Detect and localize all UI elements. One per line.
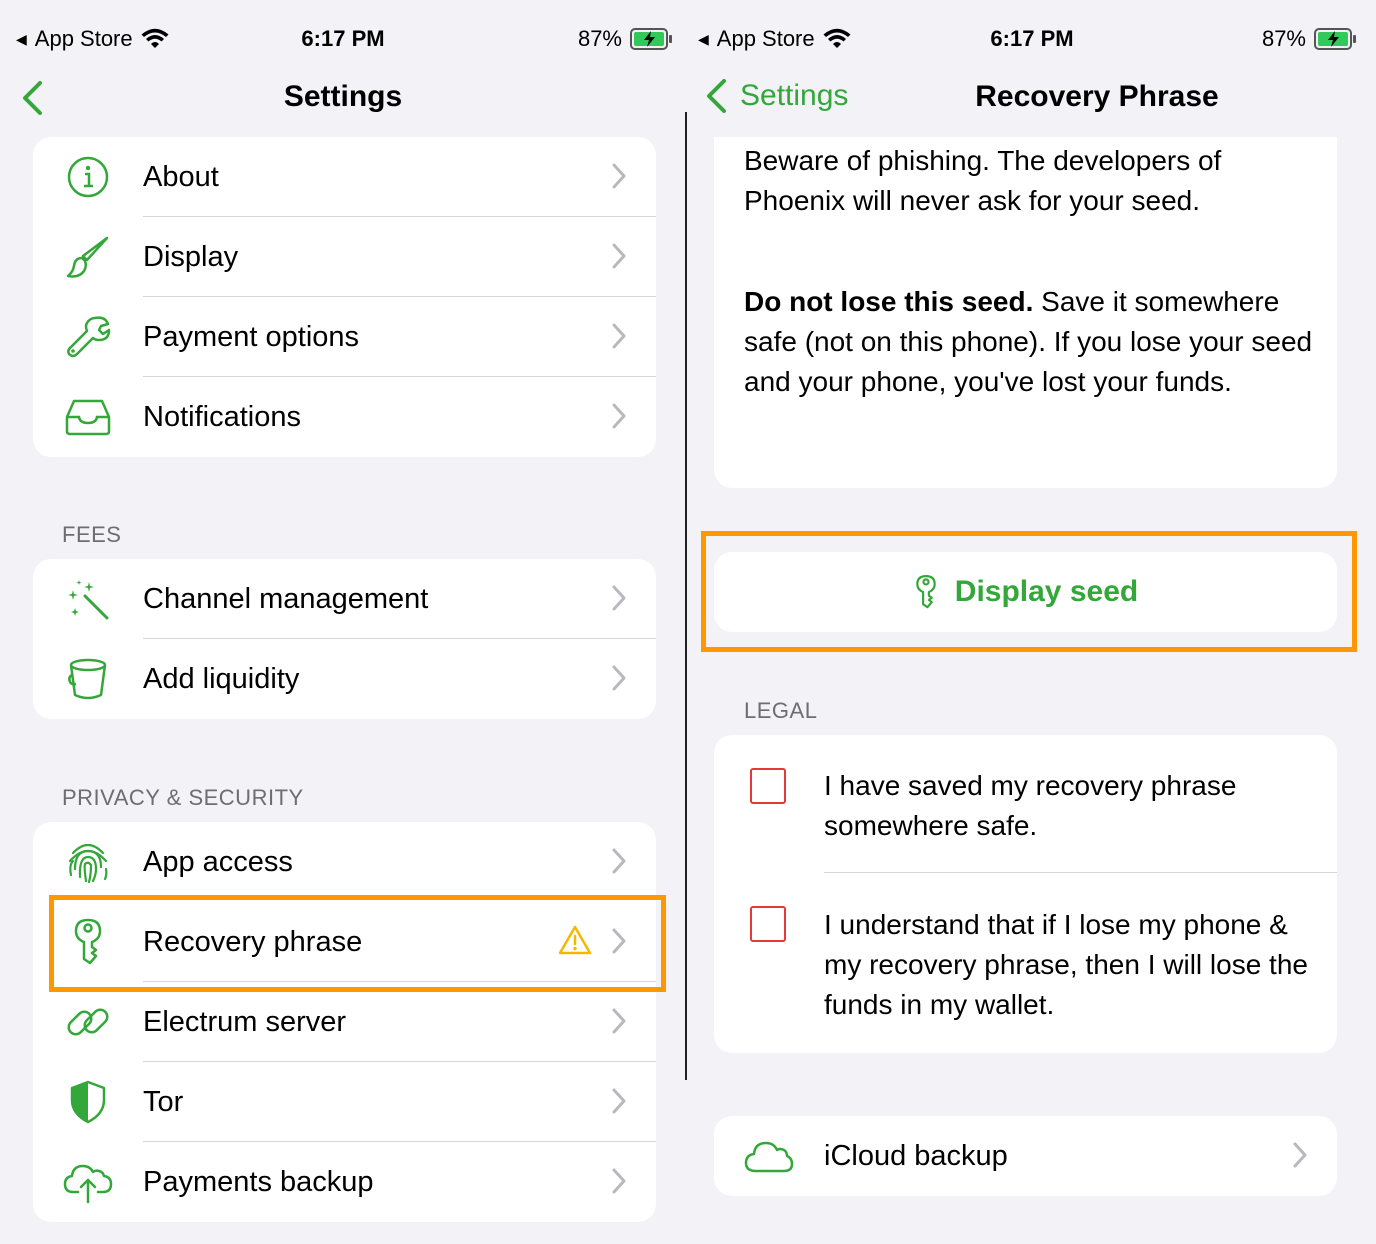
settings-row-payment-options[interactable]: Payment options	[33, 297, 656, 377]
row-label: Notifications	[143, 400, 301, 433]
checkbox-saved[interactable]	[750, 768, 786, 804]
nav-bar: Settings	[0, 72, 686, 124]
phishing-warning: Beware of phishing. The developers of Ph…	[744, 145, 1222, 216]
panel-divider	[685, 112, 687, 1080]
cloud-icon	[744, 1131, 794, 1181]
lose-seed-warning-bold: Do not lose this seed.	[744, 286, 1034, 317]
legal-text-understand: I understand that if I lose my phone & m…	[824, 909, 1308, 1020]
row-label: Electrum server	[143, 1005, 347, 1038]
legal-text-saved: I have saved my recovery phrase somewher…	[824, 770, 1237, 841]
legal-card: I have saved my recovery phrase somewher…	[714, 735, 1337, 1053]
settings-row-about[interactable]: About	[33, 137, 656, 217]
row-label: Add liquidity	[143, 662, 300, 695]
cloud-upload-icon	[63, 1157, 113, 1207]
row-label: About	[143, 160, 219, 193]
settings-row-payments-backup[interactable]: Payments backup	[33, 1142, 656, 1222]
row-label: Payment options	[143, 320, 360, 353]
status-bar: ◀ App Store 6:17 PM 87%	[688, 22, 1376, 58]
chevron-right-icon	[612, 403, 626, 429]
legal-item-saved[interactable]: I have saved my recovery phrase somewher…	[714, 735, 1337, 873]
status-bar: ◀ App Store 6:17 PM 87%	[0, 22, 686, 58]
page-title: Settings	[283, 80, 403, 113]
battery-percent: 87%	[1261, 26, 1306, 51]
icloud-backup-card: iCloud backup	[714, 1116, 1337, 1196]
chevron-right-icon	[612, 323, 626, 349]
settings-row-notifications[interactable]: Notifications	[33, 377, 656, 457]
checkbox-understand[interactable]	[750, 906, 786, 942]
legal-section-header: LEGAL	[744, 698, 818, 723]
row-label: Payments backup	[143, 1165, 374, 1198]
settings-row-app-access[interactable]: App access	[33, 822, 656, 902]
display-seed-highlight	[701, 531, 1357, 652]
chevron-right-icon	[612, 848, 626, 874]
privacy-security-card: App access Recovery phrase Electrum serv…	[33, 822, 656, 1222]
link-icon	[63, 997, 113, 1047]
page-title: Recovery Phrase	[975, 80, 1219, 113]
back-chevron-icon	[707, 79, 726, 113]
settings-row-tor[interactable]: Tor	[33, 1062, 656, 1142]
bucket-icon	[63, 654, 113, 704]
chevron-right-icon	[612, 243, 626, 269]
shield-icon	[63, 1077, 113, 1127]
chevron-right-icon	[612, 1168, 626, 1194]
info-icon	[63, 152, 113, 202]
fingerprint-icon	[63, 837, 113, 887]
recovery-phrase-highlight	[49, 895, 666, 992]
battery-percent: 87%	[577, 26, 622, 51]
battery-charging-icon	[630, 28, 672, 50]
nav-bar: Settings Recovery Phrase	[688, 72, 1376, 124]
privacy-section-header: PRIVACY & SECURITY	[62, 785, 304, 810]
chevron-right-icon	[612, 163, 626, 189]
legal-item-understand[interactable]: I understand that if I lose my phone & m…	[714, 873, 1337, 1053]
battery-charging-icon	[1314, 28, 1356, 50]
fees-section-header: FEES	[62, 522, 122, 547]
row-label: Channel management	[143, 582, 429, 615]
settings-row-channel-management[interactable]: Channel management	[33, 559, 656, 639]
tray-icon	[63, 392, 113, 442]
chevron-right-icon	[612, 585, 626, 611]
icloud-backup-row[interactable]: iCloud backup	[714, 1116, 1337, 1196]
chevron-right-icon	[612, 665, 626, 691]
settings-row-add-liquidity[interactable]: Add liquidity	[33, 639, 656, 719]
recovery-phrase-screen: ◀ App Store 6:17 PM 87% Settings Recover…	[688, 0, 1376, 1244]
general-settings-card: About Display Payment options Notificati…	[33, 137, 656, 457]
warning-card: Beware of phishing. The developers of Ph…	[714, 137, 1337, 488]
lose-seed-warning: Do not lose this seed. Save it somewhere…	[744, 282, 1314, 402]
row-label: App access	[143, 845, 293, 878]
settings-row-display[interactable]: Display	[33, 217, 656, 297]
row-label: Tor	[143, 1085, 184, 1118]
wrench-icon	[63, 312, 113, 362]
fees-card: Channel management Add liquidity	[33, 559, 656, 719]
battery-status: 87%	[578, 26, 674, 52]
magic-wand-icon	[63, 574, 113, 624]
chevron-right-icon	[1293, 1142, 1307, 1168]
paintbrush-icon	[63, 232, 113, 282]
chevron-right-icon	[612, 1088, 626, 1114]
chevron-right-icon	[612, 1008, 626, 1034]
row-label: Display	[143, 240, 239, 273]
settings-screen: ◀ App Store 6:17 PM 87% Settings About D…	[0, 0, 686, 1244]
row-label: iCloud backup	[824, 1139, 1008, 1172]
settings-row-electrum-server[interactable]: Electrum server	[33, 982, 656, 1062]
battery-status: 87%	[1262, 26, 1358, 52]
